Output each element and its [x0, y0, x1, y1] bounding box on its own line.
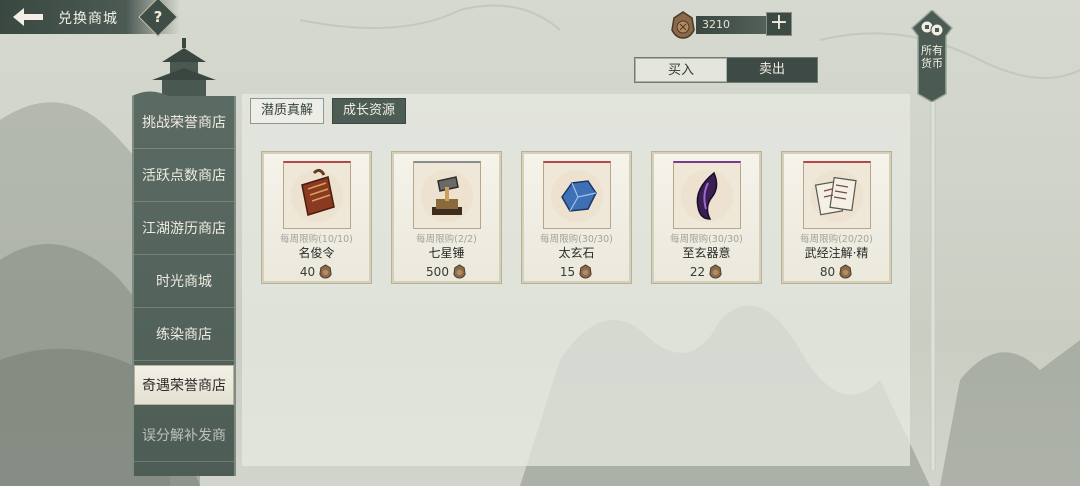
item-price: 40	[264, 264, 369, 279]
category-tabs: 潜质真解 成长资源	[250, 98, 407, 124]
back-arrow-icon	[13, 8, 43, 26]
coin-pouch-icon	[453, 264, 466, 279]
sidebar-item-dye-shop[interactable]: 练染商店	[134, 308, 234, 361]
item-name: 武经注解·精	[804, 246, 869, 260]
trade-toggle: 买入 卖出	[634, 57, 818, 83]
coin-pouch-icon	[319, 264, 332, 279]
item-name: 名俊令	[298, 246, 335, 260]
tab-sell[interactable]: 卖出	[727, 58, 817, 82]
item-price: 80	[784, 264, 889, 279]
item-name: 太玄石	[558, 246, 595, 260]
currency-amount: 3210	[696, 16, 770, 34]
item-purchase-limit: 每周限购(30/30)	[670, 234, 743, 245]
shop-item-card[interactable]: 每周限购(10/10) 名俊令 40	[262, 152, 371, 283]
sidebar-item-activity-points-shop[interactable]: 活跃点数商店	[134, 149, 234, 202]
page-title: 兑换商城	[58, 11, 118, 27]
item-price-value: 22	[689, 264, 706, 279]
item-price: 22	[654, 264, 759, 279]
hammer-icon	[421, 170, 473, 222]
shop-item-card[interactable]: 每周限购(2/2) 七星锤 500	[392, 152, 501, 283]
item-icon-frame	[803, 161, 871, 229]
item-price-value: 500	[426, 264, 449, 279]
all-currency-button[interactable]: 所有货币	[910, 8, 954, 103]
item-list: 每周限购(10/10) 名俊令 40 每周限购(2/2) 七星锤 500 每周限…	[262, 152, 891, 283]
shop-item-card[interactable]: 每周限购(20/20) 武经注解·精 80	[782, 152, 891, 283]
item-name: 七星锤	[428, 246, 465, 260]
item-price-value: 40	[299, 264, 316, 279]
tab-buy[interactable]: 买入	[635, 58, 727, 82]
item-price: 500	[394, 264, 499, 279]
item-icon-frame	[283, 161, 351, 229]
item-purchase-limit: 每周限购(2/2)	[416, 234, 477, 245]
item-icon-frame	[673, 161, 741, 229]
sidebar-item-encounter-honor-shop[interactable]: 奇遇荣誉商店	[134, 365, 234, 405]
currency-scroll-rail[interactable]	[930, 90, 936, 470]
back-button[interactable]	[6, 2, 50, 32]
sidebar-item-reissue-shop[interactable]: 误分解补发商	[134, 409, 234, 462]
purple-essence-icon	[681, 170, 733, 222]
coin-pouch-icon	[671, 11, 695, 39]
all-currency-label: 所有货币	[921, 44, 943, 70]
coin-pouch-icon	[839, 264, 852, 279]
tab-potential-manual[interactable]: 潜质真解	[250, 98, 325, 124]
item-icon-frame	[543, 161, 611, 229]
item-name: 至玄器意	[682, 246, 731, 260]
sidebar-item-challenge-honor-shop[interactable]: 挑战荣誉商店	[134, 96, 234, 149]
shop-item-card[interactable]: 每周限购(30/30) 至玄器意 22	[652, 152, 761, 283]
tab-growth-resources[interactable]: 成长资源	[332, 98, 407, 124]
item-purchase-limit: 每周限购(20/20)	[800, 234, 873, 245]
coin-pouch-icon	[709, 264, 722, 279]
item-price-value: 15	[559, 264, 576, 279]
shop-item-card[interactable]: 每周限购(30/30) 太玄石 15	[522, 152, 631, 283]
item-purchase-limit: 每周限购(10/10)	[280, 234, 353, 245]
shop-sidebar: 挑战荣誉商店 活跃点数商店 江湖游历商店 时光商城 练染商店 奇遇荣誉商店 误分…	[132, 96, 236, 476]
coin-pouch-icon	[579, 264, 592, 279]
help-icon: ?	[153, 7, 163, 26]
shop-main-panel: 潜质真解 成长资源 每周限购(10/10) 名俊令 40 每周限购(2/2) 七…	[242, 94, 910, 466]
sidebar-item-time-mall[interactable]: 时光商城	[134, 255, 234, 308]
add-currency-button[interactable]: +	[766, 12, 792, 36]
scroll-token-icon	[291, 168, 343, 222]
item-price: 15	[524, 264, 629, 279]
scripture-cards-icon	[811, 170, 863, 222]
sidebar-item-jianghu-travel-shop[interactable]: 江湖游历商店	[134, 202, 234, 255]
blue-stone-icon	[551, 170, 603, 222]
item-purchase-limit: 每周限购(30/30)	[540, 234, 613, 245]
item-price-value: 80	[819, 264, 836, 279]
item-icon-frame	[413, 161, 481, 229]
